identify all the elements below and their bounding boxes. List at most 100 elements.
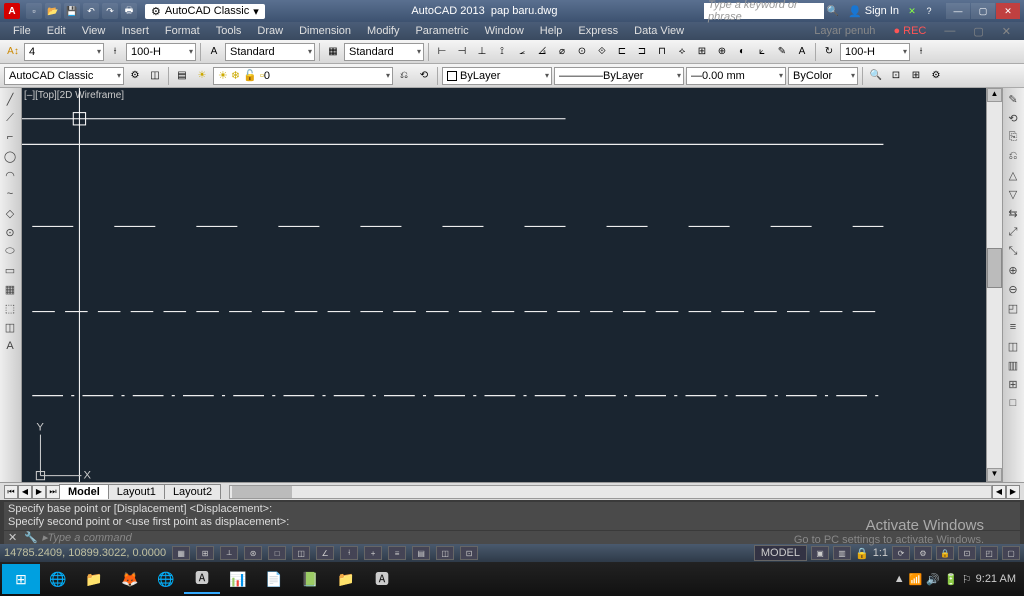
anno-scale-icon[interactable]: 🔒 (855, 547, 869, 560)
menu-help[interactable]: Help (533, 24, 570, 38)
scroll-down-icon[interactable]: ▼ (987, 468, 1002, 482)
arc-icon[interactable]: ◠ (0, 166, 20, 184)
otrack-toggle[interactable]: ∠ (316, 546, 334, 560)
new-icon[interactable]: ▫ (26, 3, 42, 19)
exchange-icon[interactable]: ✕ (905, 4, 919, 18)
polyline-icon[interactable]: ⌐ (0, 128, 20, 146)
mtext-icon[interactable]: A (0, 337, 20, 355)
taskbar-ppt-icon[interactable]: 📊 (220, 564, 256, 594)
menu-dimension[interactable]: Dimension (292, 24, 358, 38)
layer-props-icon[interactable]: ▤ (173, 67, 191, 85)
group-icon[interactable]: ⊞ (907, 67, 925, 85)
text-style-dropdown[interactable]: Standard (225, 43, 315, 61)
polar-toggle[interactable]: ⊛ (244, 546, 262, 560)
dim-style-dropdown[interactable]: 100-H (126, 43, 196, 61)
fillet-icon[interactable]: ▥ (1003, 356, 1023, 374)
taskbar-explorer-icon[interactable]: 📁 (76, 564, 112, 594)
dim-space-icon[interactable]: ⊓ (653, 43, 671, 61)
layer-match-icon[interactable]: ⎌ (395, 67, 413, 85)
menu-express[interactable]: Express (571, 24, 625, 38)
dim-linear-icon[interactable]: ⊢ (433, 43, 451, 61)
osnap-toggle[interactable]: □ (268, 546, 286, 560)
workspace-selector[interactable]: ⚙ AutoCAD Classic ▾ (145, 4, 265, 19)
menu-dataview[interactable]: Data View (627, 24, 691, 38)
find-icon[interactable]: 🔍 (867, 67, 885, 85)
lwt-toggle[interactable]: ≡ (388, 546, 406, 560)
stretch-icon[interactable]: ⤡ (1003, 242, 1023, 260)
dim-ordinate-icon[interactable]: ⟟ (493, 43, 511, 61)
block-icon[interactable]: ⬚ (0, 299, 20, 317)
qselect-icon[interactable]: ⊡ (887, 67, 905, 85)
join-icon[interactable]: ≡ (1003, 318, 1023, 336)
plotstyle-dropdown[interactable]: ByColor (788, 67, 858, 85)
lineweight-dropdown[interactable]: — 0.00 mm (686, 67, 786, 85)
tray-battery-icon[interactable]: 🔋 (944, 573, 958, 586)
dim-continue-icon[interactable]: ⊐ (633, 43, 651, 61)
cmd-close-icon[interactable]: ✕ (8, 531, 20, 544)
taskbar-app-icon[interactable]: 🅰 (364, 564, 400, 594)
dim-center-icon[interactable]: ⊕ (713, 43, 731, 61)
tray-flag-icon[interactable]: ⚐ (962, 573, 972, 586)
ws-settings-icon[interactable]: ⚙ (126, 67, 144, 85)
dyn-toggle[interactable]: + (364, 546, 382, 560)
o3d-toggle[interactable]: ◫ (292, 546, 310, 560)
taskbar-ie-icon[interactable]: 🌐 (40, 564, 76, 594)
taskbar-firefox-icon[interactable]: 🦊 (112, 564, 148, 594)
dim-update-icon[interactable]: ↻ (820, 43, 838, 61)
tab-prev-icon[interactable]: ◀ (18, 485, 32, 499)
scale-icon[interactable]: ⤢ (1003, 223, 1023, 241)
dim-tolerance-icon[interactable]: ⊞ (693, 43, 711, 61)
tray-overflow-icon[interactable]: ▲ (894, 573, 905, 585)
clock[interactable]: 9:21 AM (976, 573, 1016, 585)
dim-tedit-icon[interactable]: A (793, 43, 811, 61)
tray-volume-icon[interactable]: 🔊 (926, 573, 940, 586)
copy-tool-icon[interactable]: ⟲ (1003, 109, 1023, 127)
ellipse-arc-icon[interactable]: ⬭ (0, 242, 20, 260)
minimize-button[interactable]: — (946, 3, 970, 19)
dim-jogged-icon[interactable]: ⦞ (533, 43, 551, 61)
menu-insert[interactable]: Insert (114, 24, 156, 38)
dim-angular-icon[interactable]: ⊙ (573, 43, 591, 61)
dim-edit-icon[interactable]: ✎ (773, 43, 791, 61)
dim-diameter-icon[interactable]: ⌀ (553, 43, 571, 61)
open-icon[interactable]: 📂 (45, 3, 61, 19)
rec-icon[interactable]: ● REC (886, 24, 933, 38)
menu-view[interactable]: View (75, 24, 113, 38)
tab-layout1[interactable]: Layout1 (108, 484, 165, 499)
annotation-icon[interactable]: A↕ (4, 43, 22, 61)
rotate-icon[interactable]: ⇆ (1003, 204, 1023, 222)
hsb-right-icon[interactable]: ▶ (1006, 485, 1020, 499)
table-style-dropdown[interactable]: Standard (344, 43, 424, 61)
doc-min-icon[interactable]: — (937, 24, 962, 38)
text-style-icon[interactable]: A (205, 43, 223, 61)
spline-icon[interactable]: ~ (0, 185, 20, 203)
cmd-options-icon[interactable]: 🔧 (24, 531, 38, 544)
dim-baseline-icon[interactable]: ⊏ (613, 43, 631, 61)
offset-icon[interactable]: ⎌ (1003, 147, 1023, 165)
menu-modify[interactable]: Modify (360, 24, 406, 38)
layer-state-icon[interactable]: ☀ (193, 67, 211, 85)
vertical-scrollbar[interactable]: ▲ ▼ (986, 88, 1002, 482)
dim-override-icon[interactable]: ⟊ (912, 43, 930, 61)
close-button[interactable]: ✕ (996, 3, 1020, 19)
taskbar-excel-icon[interactable]: 📗 (292, 564, 328, 594)
save-icon[interactable]: 💾 (64, 3, 80, 19)
circle-icon[interactable]: ◯ (0, 147, 20, 165)
print-icon[interactable]: 🖶 (121, 3, 137, 19)
ortho-toggle[interactable]: ⟂ (220, 546, 238, 560)
ellipse-icon[interactable]: ⊙ (0, 223, 20, 241)
array-icon[interactable]: △ (1003, 166, 1023, 184)
hardware-accel-icon[interactable]: ⊡ (958, 546, 976, 560)
dim-radius-icon[interactable]: ⦟ (513, 43, 531, 61)
break-icon[interactable]: ◰ (1003, 299, 1023, 317)
hsb-left-icon[interactable]: ◀ (992, 485, 1006, 499)
grid-toggle[interactable]: ⊞ (196, 546, 214, 560)
dim-style2-dropdown[interactable]: 100-H (840, 43, 910, 61)
layer-dropdown[interactable]: ☀ ❄ 🔓 ▫ 0 (213, 67, 393, 85)
coords-readout[interactable]: 14785.2409, 10899.3022, 0.0000 (4, 547, 166, 559)
props-icon[interactable]: ⚙ (927, 67, 945, 85)
drawing-canvas[interactable]: [–][Top][2D Wireframe] X Y (22, 88, 986, 482)
anno-vis-icon[interactable]: ⟳ (892, 546, 910, 560)
anno-scale-value[interactable]: 1:1 (873, 547, 888, 559)
hatch-icon[interactable]: ▦ (0, 280, 20, 298)
